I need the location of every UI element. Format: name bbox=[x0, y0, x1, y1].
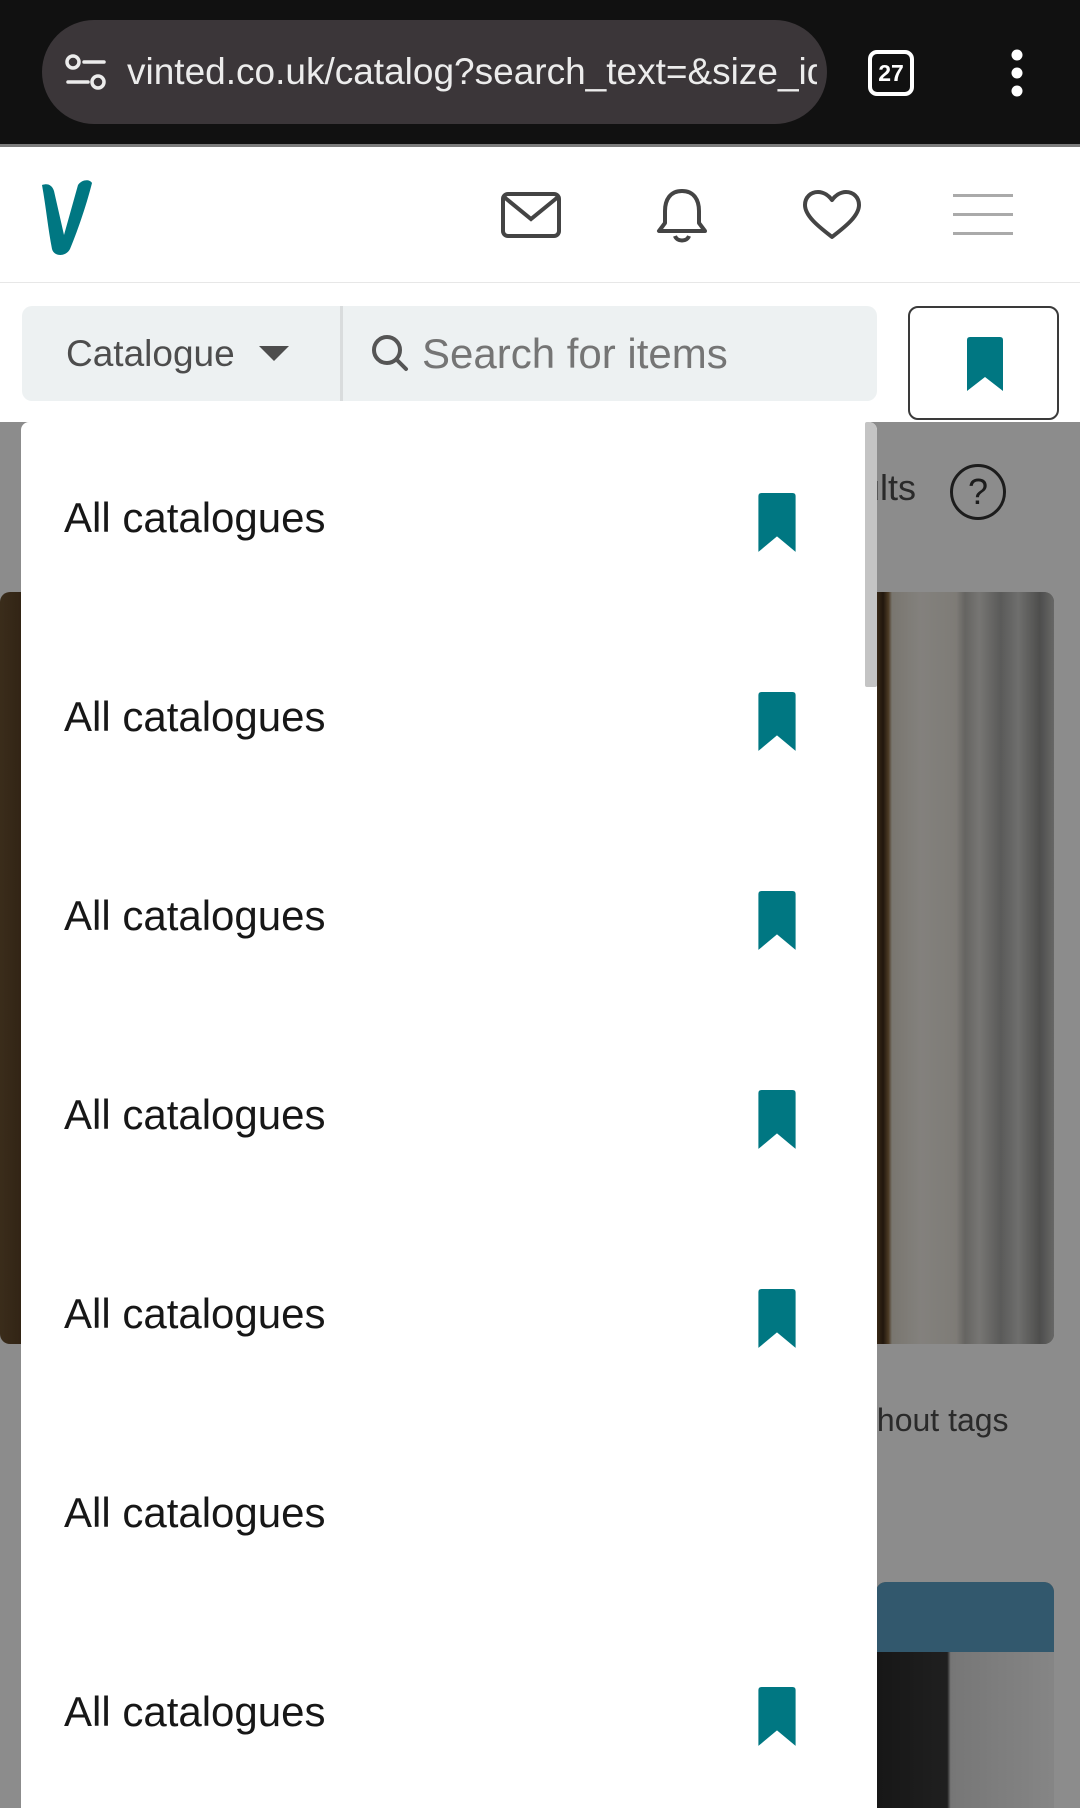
search-bar: Catalogue bbox=[22, 306, 877, 401]
heart-icon[interactable] bbox=[802, 189, 862, 241]
bookmark-icon[interactable] bbox=[755, 691, 799, 753]
vinted-logo[interactable] bbox=[40, 177, 94, 257]
bookmark-icon[interactable] bbox=[755, 1686, 799, 1748]
caret-down-icon bbox=[259, 346, 289, 361]
list-item[interactable]: All catalogues bbox=[21, 422, 861, 621]
search-input[interactable] bbox=[422, 326, 862, 382]
catalogue-option-label: All catalogues bbox=[64, 1290, 326, 1337]
catalogue-label: Catalogue bbox=[66, 333, 235, 374]
site-settings-icon[interactable] bbox=[64, 50, 108, 94]
tabs-icon[interactable]: 27 bbox=[868, 50, 914, 96]
catalogue-option-label: All catalogues bbox=[64, 1489, 326, 1536]
list-item[interactable]: All catalogues bbox=[21, 1019, 861, 1218]
bell-icon[interactable] bbox=[655, 185, 709, 245]
bookmark-icon[interactable] bbox=[755, 1089, 799, 1151]
browser-toolbar: vinted.co.uk/catalog?search_text=&size_i… bbox=[0, 0, 1080, 147]
catalogue-dropdown-list: All catalogues All catalogues All catalo… bbox=[21, 422, 877, 1808]
bookmark-icon[interactable] bbox=[755, 492, 799, 554]
list-item[interactable]: All catalogues bbox=[21, 1616, 861, 1808]
list-item[interactable]: All catalogues bbox=[21, 820, 861, 1019]
list-item[interactable]: All catalogues bbox=[21, 621, 861, 820]
list-item[interactable]: All catalogues bbox=[21, 1417, 861, 1616]
catalogue-option-label: All catalogues bbox=[64, 892, 326, 939]
bookmark-icon bbox=[967, 337, 1003, 391]
scrollbar-thumb[interactable] bbox=[865, 422, 877, 687]
catalogue-option-label: All catalogues bbox=[64, 494, 326, 541]
save-search-button[interactable] bbox=[908, 306, 1059, 420]
catalogue-option-label: All catalogues bbox=[64, 1688, 326, 1735]
url-text[interactable]: vinted.co.uk/catalog?search_text=&size_i… bbox=[127, 46, 817, 98]
mail-icon[interactable] bbox=[500, 189, 562, 241]
bookmark-icon[interactable] bbox=[755, 1288, 799, 1350]
list-item[interactable]: All catalogues bbox=[21, 1218, 861, 1417]
url-bar[interactable]: vinted.co.uk/catalog?search_text=&size_i… bbox=[42, 20, 827, 124]
search-row: Catalogue bbox=[0, 284, 1080, 422]
site-header bbox=[0, 147, 1080, 283]
bookmark-icon[interactable] bbox=[755, 890, 799, 952]
hamburger-menu-icon[interactable] bbox=[952, 193, 1014, 237]
catalogue-option-label: All catalogues bbox=[64, 693, 326, 740]
search-divider bbox=[340, 306, 343, 401]
catalogue-option-label: All catalogues bbox=[64, 1091, 326, 1138]
catalogue-dropdown-button[interactable]: Catalogue bbox=[22, 306, 340, 401]
search-icon bbox=[372, 335, 408, 371]
more-menu-icon[interactable] bbox=[1002, 48, 1032, 98]
